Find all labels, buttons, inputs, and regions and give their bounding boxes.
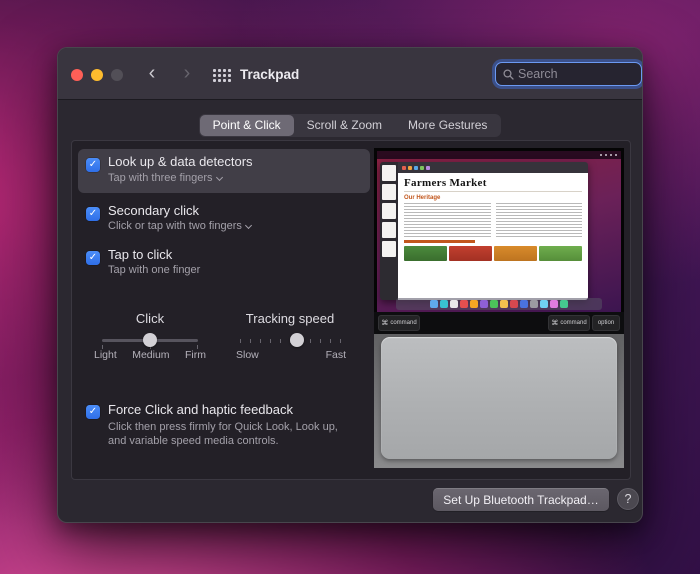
demo-toolbar: [398, 162, 588, 173]
trackpad-preferences-window: ‹ › Trackpad Point & Click Scroll & Zoom…: [57, 47, 643, 523]
demo-pages-window: Farmers Market Our Heritage: [380, 162, 588, 300]
search-field[interactable]: [495, 62, 642, 86]
secondary-click-detail-dropdown[interactable]: Click or tap with two fingers: [108, 220, 252, 232]
setup-bluetooth-trackpad-button[interactable]: Set Up Bluetooth Trackpad…: [433, 488, 609, 511]
command-key-label: command: [560, 320, 587, 326]
tab-bar: Point & Click Scroll & Zoom More Gesture…: [58, 114, 642, 137]
help-button[interactable]: ?: [617, 488, 639, 510]
demo-screen: Farmers Market Our Heritage: [374, 148, 624, 312]
command-key-label: command: [390, 320, 417, 326]
tap-to-click-detail-text: Tap with one finger: [108, 264, 201, 276]
demo-text-block: [404, 203, 491, 237]
click-slider-thumb[interactable]: [143, 333, 157, 347]
tap-to-click-detail: Tap with one finger: [108, 264, 200, 276]
secondary-click-checkbox[interactable]: ✓: [86, 207, 100, 221]
chevron-down-icon: [244, 221, 252, 229]
tick-label-medium: Medium: [132, 349, 170, 361]
tracking-speed-track[interactable]: [240, 333, 341, 347]
tracking-speed-tick-labels: Slow Fast: [236, 349, 346, 361]
search-input[interactable]: [518, 67, 634, 81]
search-icon: [503, 68, 514, 80]
force-click-detail: Click then press firmly for Quick Look, …: [108, 421, 338, 447]
zoom-button: [111, 69, 123, 81]
click-slider-label: Click: [135, 311, 165, 326]
secondary-click-detail-text: Click or tap with two fingers: [108, 220, 242, 232]
click-slider-tick-labels: Light Medium Firm: [94, 349, 206, 361]
command-keycap: ⌘ command: [378, 315, 420, 331]
tick-label-firm: Firm: [184, 349, 206, 361]
tick-label-light: Light: [94, 349, 117, 361]
tab-more-gestures[interactable]: More Gestures: [395, 115, 500, 136]
window-title: Trackpad: [240, 67, 300, 82]
back-icon[interactable]: ‹: [142, 61, 162, 85]
command-symbol: ⌘: [551, 320, 559, 327]
demo-page-thumbnails: [380, 162, 398, 300]
demo-document-subheading: [404, 240, 476, 243]
demo-vegetable-photos: [404, 246, 582, 261]
show-all-preferences-icon[interactable]: [213, 69, 231, 82]
lookup-label: Look up & data detectors: [108, 154, 253, 169]
force-click-checkbox[interactable]: ✓: [86, 405, 100, 419]
tap-to-click-label: Tap to click: [108, 247, 173, 262]
tracking-speed-label: Tracking speed: [245, 311, 335, 326]
tab-point-and-click[interactable]: Point & Click: [199, 115, 294, 136]
tracking-speed-thumb[interactable]: [290, 333, 304, 347]
demo-desktop: Farmers Market Our Heritage: [377, 151, 621, 312]
tab-segmented-control: Point & Click Scroll & Zoom More Gesture…: [198, 114, 502, 137]
tick-label-fast: Fast: [325, 349, 346, 361]
demo-dock: [396, 298, 602, 310]
demo-menubar: [377, 151, 621, 159]
demo-document-heading: Our Heritage: [404, 195, 441, 201]
point-and-click-panel: ✓ Look up & data detectors Tap with thre…: [71, 140, 631, 480]
lookup-detail-text: Tap with three fingers: [108, 172, 213, 184]
secondary-click-label: Secondary click: [108, 203, 200, 218]
demo-document-title: Farmers Market: [404, 177, 487, 189]
click-slider-track[interactable]: [102, 333, 198, 349]
command-keycap: ⌘ command: [548, 315, 590, 331]
force-click-label: Force Click and haptic feedback: [108, 402, 293, 417]
option-keycap: option: [592, 315, 620, 331]
demo-keyboard-row: ⌘ command ⌘ command option: [374, 312, 624, 334]
command-symbol: ⌘: [381, 320, 389, 327]
close-button[interactable]: [71, 69, 83, 81]
demo-trackpad-photo: [374, 334, 624, 468]
tap-to-click-checkbox[interactable]: ✓: [86, 251, 100, 265]
trackpad-surface: [381, 337, 617, 459]
tick-label-slow: Slow: [236, 349, 259, 361]
lookup-checkbox[interactable]: ✓: [86, 158, 100, 172]
option-key-label: option: [597, 320, 615, 326]
minimize-button[interactable]: [91, 69, 103, 81]
chevron-down-icon: [215, 173, 223, 181]
demo-document: Farmers Market Our Heritage: [398, 173, 588, 300]
demo-text-block: [495, 203, 582, 237]
gesture-demo-video: Farmers Market Our Heritage ⌘ command ⌘ …: [374, 148, 624, 468]
lookup-detail-dropdown[interactable]: Tap with three fingers: [108, 172, 223, 184]
forward-icon[interactable]: ›: [177, 61, 197, 85]
titlebar: ‹ › Trackpad: [58, 48, 642, 100]
tab-scroll-and-zoom[interactable]: Scroll & Zoom: [294, 115, 395, 136]
